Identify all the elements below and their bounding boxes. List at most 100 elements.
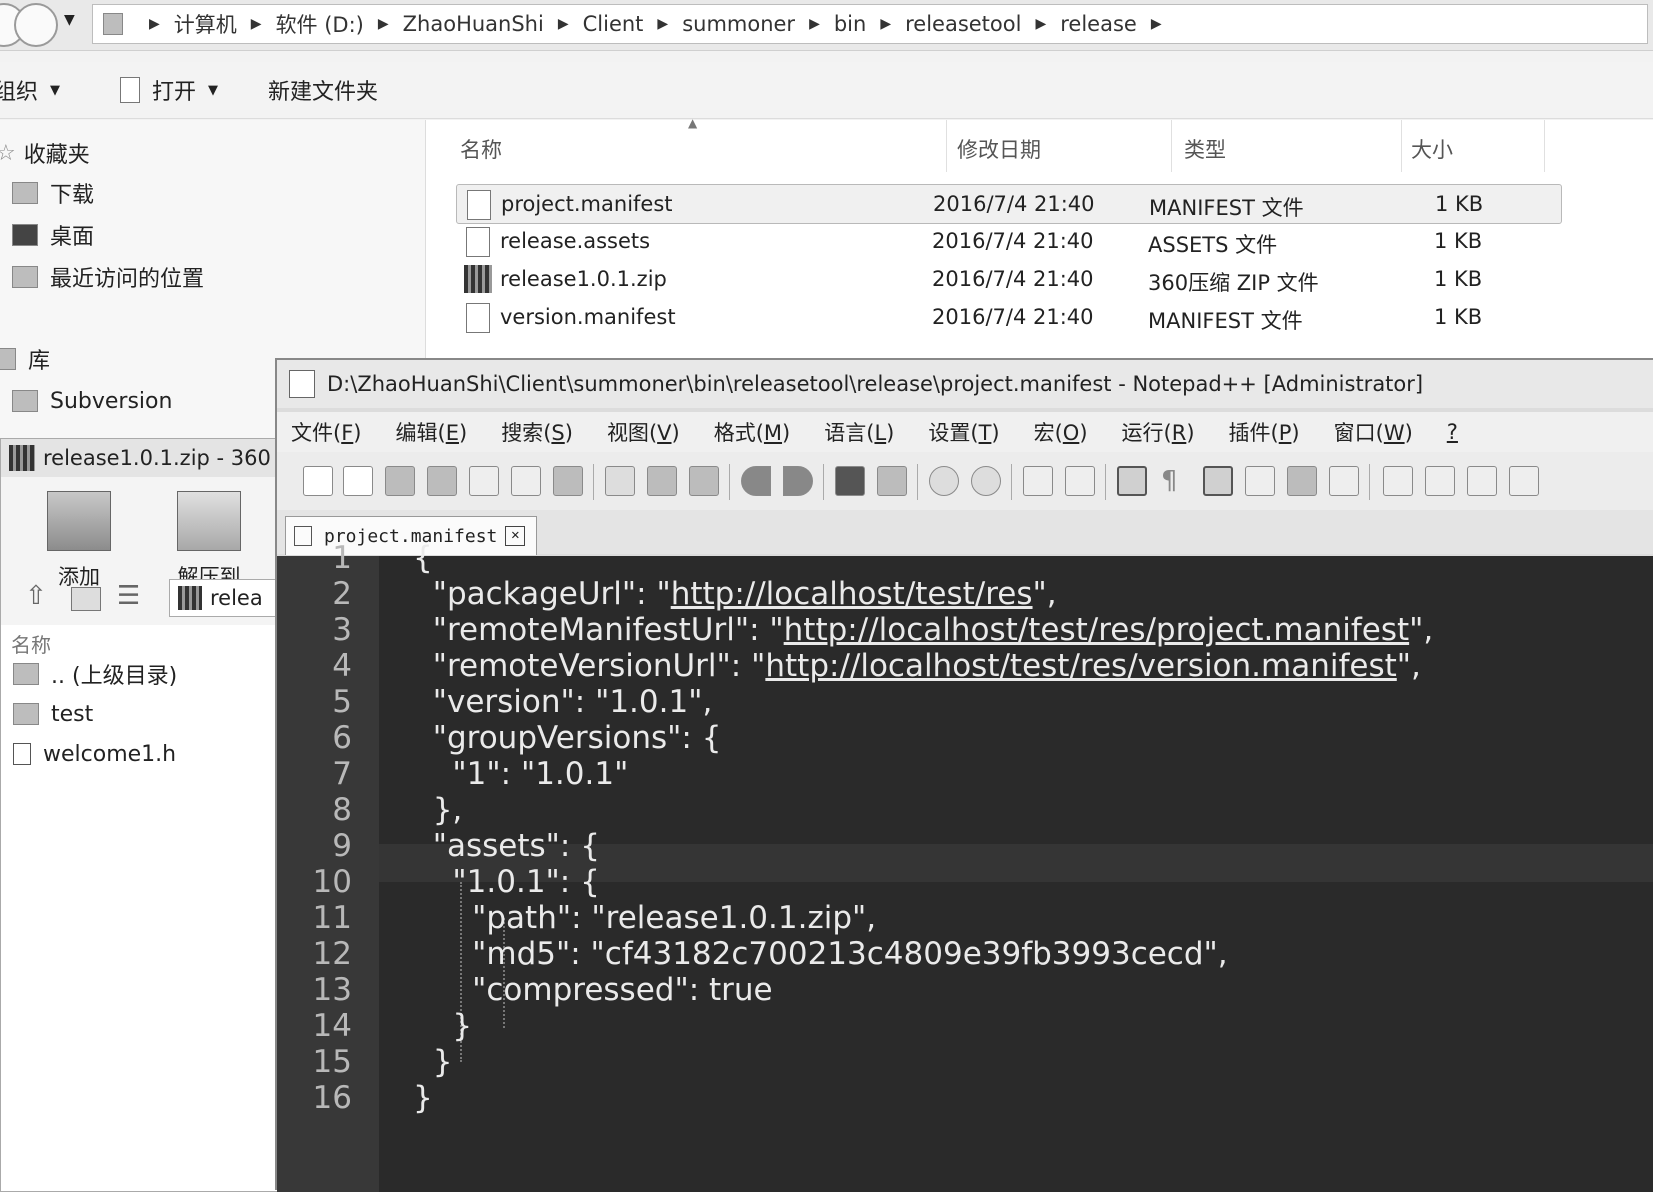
chevron-right-icon[interactable]: ▶ — [149, 16, 160, 32]
chevron-right-icon[interactable]: ▶ — [1151, 16, 1162, 32]
sync-horizontal-icon[interactable] — [1065, 466, 1095, 496]
nav-favorites[interactable]: ☆ 收藏夹 — [0, 132, 90, 174]
chevron-right-icon[interactable]: ▶ — [657, 16, 668, 32]
up-arrow-icon[interactable]: ⇧ — [25, 581, 47, 611]
chevron-right-icon[interactable]: ▶ — [378, 16, 389, 32]
breadcrumb-drive[interactable]: 软件 (D:) — [276, 9, 364, 39]
sync-vertical-icon[interactable] — [1023, 466, 1053, 496]
new-folder-button[interactable]: 新建文件夹 — [268, 74, 378, 106]
breadcrumb-computer[interactable]: 计算机 — [174, 9, 237, 39]
close-icon[interactable]: ✕ — [505, 526, 526, 546]
chevron-right-icon[interactable]: ▶ — [809, 16, 820, 32]
column-header-modified[interactable]: 修改日期 — [957, 134, 1041, 164]
replace-icon[interactable] — [877, 466, 907, 496]
code-line: "version": "1.0.1", — [413, 684, 713, 720]
menu-settings[interactable]: 设置(T) — [928, 417, 999, 447]
user-language-icon[interactable] — [1245, 466, 1275, 496]
code-url-link[interactable]: http://localhost/test/res/project.manife… — [784, 612, 1409, 648]
redo-icon[interactable] — [783, 466, 813, 496]
menu-view[interactable]: 视图(V) — [607, 417, 680, 447]
copy-icon[interactable] — [647, 466, 677, 496]
breadcrumb-releasetool[interactable]: releasetool — [905, 12, 1021, 36]
find-icon[interactable] — [835, 466, 865, 496]
menu-plugins[interactable]: 插件(P) — [1229, 417, 1300, 447]
record-macro-icon[interactable] — [1383, 466, 1413, 496]
stop-macro-icon[interactable] — [1425, 466, 1455, 496]
print-icon[interactable] — [553, 466, 583, 496]
nav-desktop[interactable]: 桌面 — [12, 214, 94, 256]
menu-language[interactable]: 语言(L) — [824, 417, 894, 447]
new-file-icon[interactable] — [303, 466, 333, 496]
word-wrap-icon[interactable] — [1117, 466, 1147, 496]
table-row[interactable]: version.manifest 2016/7/4 21:40 MANIFEST… — [456, 298, 1653, 336]
show-all-characters-icon[interactable]: ¶ — [1161, 466, 1178, 496]
save-all-icon[interactable] — [427, 466, 457, 496]
close-file-icon[interactable] — [469, 466, 499, 496]
menu-edit[interactable]: 编辑(E) — [396, 417, 468, 447]
paste-icon[interactable] — [689, 466, 719, 496]
column-divider[interactable] — [1171, 120, 1172, 172]
nav-subversion[interactable]: Subversion — [12, 380, 172, 422]
table-row[interactable]: release1.0.1.zip 2016/7/4 21:40 360压缩 ZI… — [456, 260, 1653, 298]
menu-format[interactable]: 格式(M) — [714, 417, 791, 447]
add-button[interactable]: 添加 — [31, 491, 127, 591]
chevron-right-icon[interactable]: ▶ — [880, 16, 891, 32]
recent-pages-icon[interactable]: ▼ — [64, 12, 75, 28]
nav-recent-places[interactable]: 最近访问的位置 — [12, 256, 204, 298]
column-divider[interactable] — [946, 120, 947, 172]
chevron-right-icon[interactable]: ▶ — [251, 16, 262, 32]
breadcrumb-bin[interactable]: bin — [834, 12, 866, 36]
save-icon[interactable] — [385, 466, 415, 496]
code-url-link[interactable]: http://localhost/test/res/version.manife… — [765, 648, 1396, 684]
play-macro-multiple-icon[interactable] — [1509, 466, 1539, 496]
menu-window[interactable]: 窗口(W) — [1334, 417, 1413, 447]
column-divider[interactable] — [1401, 120, 1402, 172]
breadcrumb-summoner[interactable]: summoner — [682, 12, 795, 36]
column-header-type[interactable]: 类型 — [1184, 134, 1226, 164]
zip-path-field[interactable]: relea — [169, 579, 281, 617]
menu-macro[interactable]: 宏(O) — [1034, 417, 1088, 447]
breadcrumb-client[interactable]: Client — [583, 12, 644, 36]
breadcrumb-release[interactable]: release — [1060, 12, 1137, 36]
open-file-icon[interactable] — [343, 466, 373, 496]
zoom-in-icon[interactable] — [929, 466, 959, 496]
nav-libraries[interactable]: 库 — [0, 338, 50, 380]
table-row[interactable]: release.assets 2016/7/4 21:40 ASSETS 文件 … — [456, 222, 1653, 260]
open-button[interactable]: 打开 ▼ — [120, 74, 218, 106]
chevron-right-icon[interactable]: ▶ — [1035, 16, 1046, 32]
function-list-icon[interactable] — [1329, 466, 1359, 496]
column-header-name[interactable]: 名称 — [460, 134, 502, 164]
close-all-icon[interactable] — [511, 466, 541, 496]
nav-downloads[interactable]: 下载 — [12, 172, 94, 214]
cut-icon[interactable] — [605, 466, 635, 496]
extract-button[interactable]: 解压到 — [161, 491, 257, 591]
column-divider[interactable] — [1544, 120, 1545, 172]
view-list-icon[interactable]: ☰ — [117, 581, 140, 611]
document-map-icon[interactable] — [1287, 466, 1317, 496]
address-bar[interactable]: ▶ 计算机 ▶ 软件 (D:) ▶ ZhaoHuanShi ▶ Client ▶… — [92, 4, 1648, 44]
list-item[interactable]: .. (上级目录) — [13, 653, 177, 695]
list-item[interactable]: test — [13, 693, 93, 735]
breadcrumb-zhaohuanshi[interactable]: ZhaoHuanShi — [403, 12, 544, 36]
organize-button[interactable]: 组织 ▼ — [0, 74, 60, 106]
forward-button[interactable] — [14, 3, 58, 47]
zoom-out-icon[interactable] — [971, 466, 1001, 496]
file-list: ▲ 名称 修改日期 类型 大小 project.manifest 2016/7/… — [426, 116, 1653, 360]
chevron-right-icon[interactable]: ▶ — [558, 16, 569, 32]
file-modified: 2016/7/4 21:40 — [933, 192, 1095, 216]
nav-recent-label: 最近访问的位置 — [50, 267, 205, 292]
indent-guide-icon[interactable] — [1203, 466, 1233, 496]
view-thumbnails-icon[interactable] — [71, 587, 101, 611]
menu-search[interactable]: 搜索(S) — [501, 417, 573, 447]
table-row[interactable]: project.manifest 2016/7/4 21:40 MANIFEST… — [456, 184, 1562, 224]
code-editor[interactable]: 1 2 3 4 5 6 7 8 9 10 11 12 13 14 15 16 {… — [277, 540, 1653, 1192]
list-item[interactable]: welcome1.h — [13, 733, 176, 775]
menu-help[interactable]: ? — [1447, 420, 1458, 444]
code-text: ", — [1409, 612, 1434, 648]
menu-run[interactable]: 运行(R) — [1122, 417, 1195, 447]
play-macro-icon[interactable] — [1467, 466, 1497, 496]
code-url-link[interactable]: http://localhost/test/res — [671, 576, 1033, 612]
column-header-size[interactable]: 大小 — [1411, 134, 1453, 164]
undo-icon[interactable] — [741, 466, 771, 496]
menu-file[interactable]: 文件(F) — [291, 417, 362, 447]
